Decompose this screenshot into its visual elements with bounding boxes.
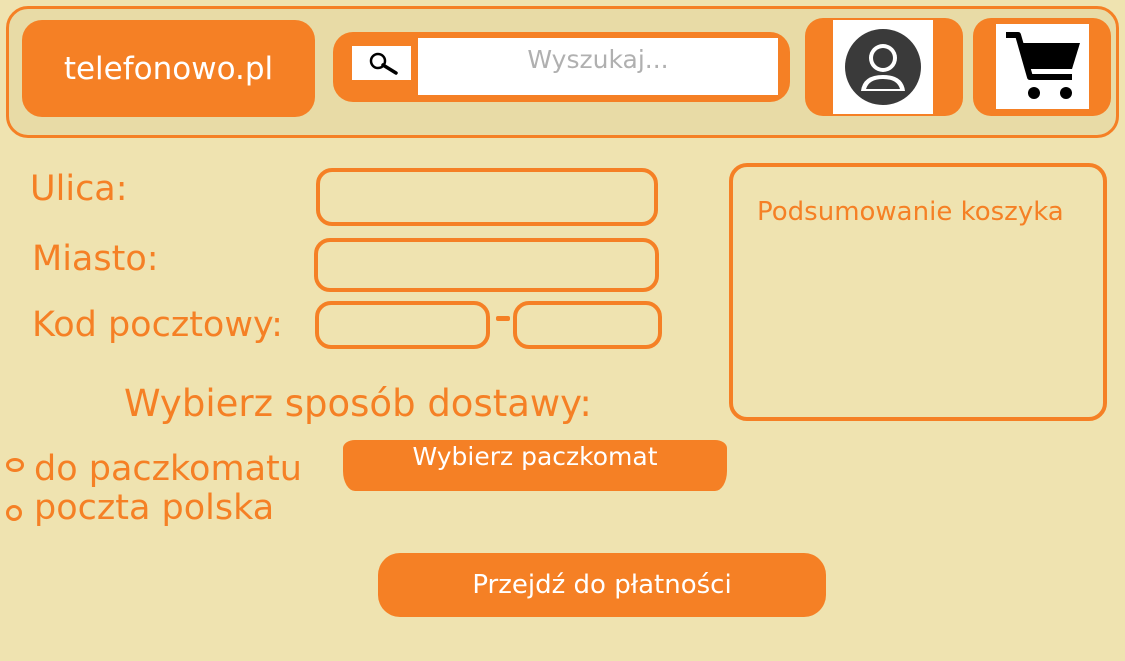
option-polish-post-label[interactable]: poczta polska [34,491,274,526]
postal-code-label: Kod pocztowy: [32,305,283,345]
search-input[interactable] [418,38,778,95]
proceed-to-payment-label: Przejdź do płatności [472,570,732,600]
city-input[interactable] [314,238,659,292]
logo-button[interactable]: telefonowo.pl [22,20,315,117]
choose-parcel-locker-button[interactable]: Wybierz paczkomat [343,440,727,491]
search-button[interactable] [352,46,411,80]
postal-code-part2-input[interactable] [513,301,662,349]
radio-polish-post[interactable] [6,505,22,521]
city-label: Miasto: [32,239,159,279]
choose-parcel-locker-label: Wybierz paczkomat [412,442,658,471]
delivery-method-title: Wybierz sposób dostawy: [124,382,592,425]
postal-code-dash [496,316,510,321]
proceed-to-payment-button[interactable]: Przejdź do płatności [378,553,826,617]
magnifier-icon [369,52,398,75]
radio-parcel-locker[interactable] [6,458,24,472]
shopping-cart-icon [1005,31,1080,99]
logo-text: telefonowo.pl [63,50,274,87]
option-parcel-locker-label[interactable]: do paczkomatu [34,452,302,487]
cart-summary-title: Podsumowanie koszyka [757,197,1064,227]
account-icon-frame[interactable] [833,20,933,114]
postal-code-part1-input[interactable] [315,301,490,349]
cart-icon-frame[interactable] [996,24,1089,109]
street-label: Ulica: [30,169,128,209]
street-input[interactable] [316,168,658,226]
user-avatar-icon [845,29,921,105]
